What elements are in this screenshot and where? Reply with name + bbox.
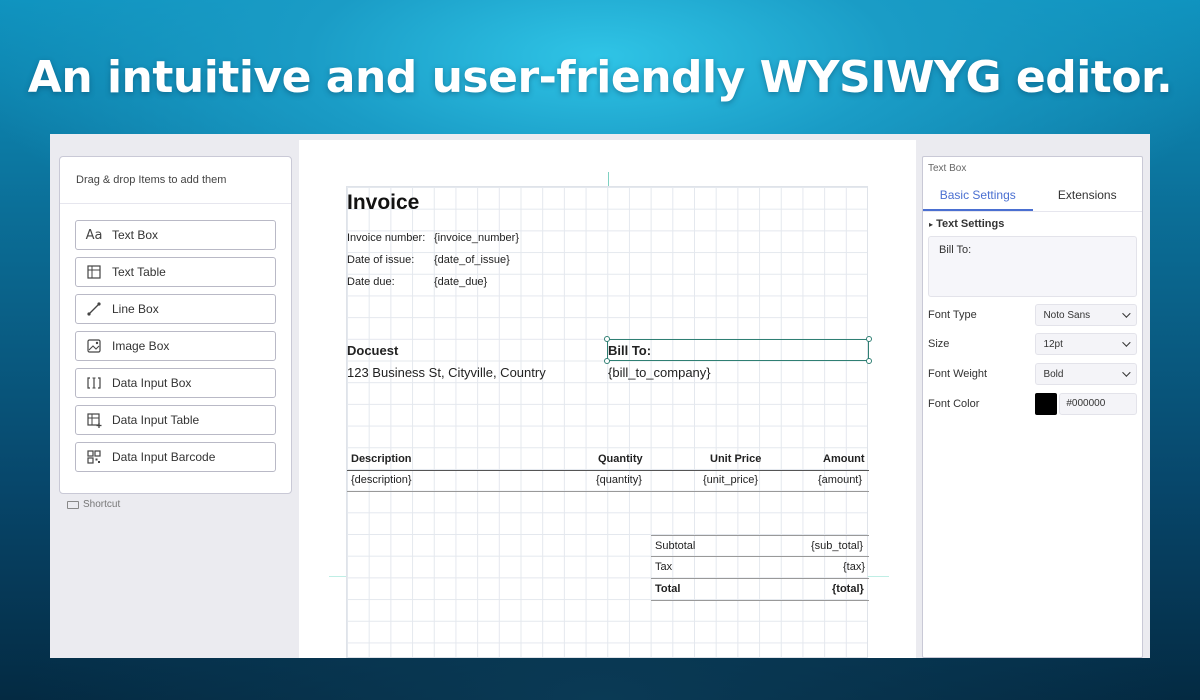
- tool-image-box[interactable]: Image Box: [75, 331, 276, 361]
- tool-data-input-table[interactable]: Data Input Table: [75, 405, 276, 435]
- shortcut-label: Shortcut: [83, 499, 121, 510]
- invoice-title[interactable]: Invoice: [347, 191, 419, 215]
- tool-label: Image Box: [112, 339, 170, 353]
- tool-label: Data Input Barcode: [112, 450, 216, 464]
- table-divider: [347, 491, 869, 492]
- from-address[interactable]: 123 Business St, Cityville, Country: [347, 365, 546, 380]
- text-content-input[interactable]: Bill To:: [928, 236, 1137, 297]
- data-input-icon: [76, 376, 112, 390]
- font-weight-row: Font Weight Bold: [928, 363, 1137, 385]
- totals-label: Tax: [655, 561, 673, 573]
- caret-right-icon: ▸: [929, 220, 934, 229]
- totals-value: {tax}: [843, 561, 866, 573]
- table-cell: {unit_price}: [703, 474, 759, 486]
- table-header: Unit Price: [710, 453, 762, 465]
- font-type-select[interactable]: Noto Sans: [1035, 304, 1137, 326]
- property-tabs: Basic Settings Extensions: [923, 179, 1142, 211]
- font-type-row: Font Type Noto Sans: [928, 304, 1137, 326]
- tool-label: Data Input Table: [112, 413, 200, 427]
- tool-label: Data Input Box: [112, 376, 192, 390]
- totals-label: Subtotal: [655, 540, 696, 552]
- tool-text-table[interactable]: Text Table: [75, 257, 276, 287]
- resize-handle[interactable]: [604, 358, 610, 364]
- chevron-down-icon: [1122, 368, 1131, 377]
- data-table-icon: [76, 412, 112, 428]
- bill-to-company[interactable]: {bill_to_company}: [608, 365, 711, 380]
- totals-label: Total: [655, 583, 681, 595]
- selected-text-box[interactable]: Bill To:: [604, 336, 872, 364]
- meta-label[interactable]: Date due:: [347, 276, 395, 288]
- font-weight-select[interactable]: Bold: [1035, 363, 1137, 385]
- tool-text-box[interactable]: Aa Text Box: [75, 220, 276, 250]
- size-label: Size: [928, 338, 950, 350]
- size-value: 12pt: [1043, 338, 1063, 350]
- totals-divider: [651, 556, 869, 557]
- tool-label: Line Box: [112, 302, 159, 316]
- text-settings-section[interactable]: ▸ Text Settings: [923, 211, 1142, 235]
- line-icon: [76, 302, 112, 316]
- chevron-down-icon: [1122, 338, 1131, 347]
- editor-window: Drag & drop Items to add them Aa Text Bo…: [50, 134, 1150, 658]
- item-palette: Drag & drop Items to add them Aa Text Bo…: [59, 156, 292, 494]
- table-cell: {description}: [351, 474, 412, 486]
- tool-label: Text Table: [112, 265, 166, 279]
- table-header: Description: [351, 453, 412, 465]
- meta-value[interactable]: {date_due}: [434, 276, 487, 288]
- meta-value[interactable]: {date_of_issue}: [434, 254, 510, 266]
- totals-divider: [651, 535, 869, 536]
- panel-title: Text Box: [928, 163, 967, 174]
- tool-data-input-box[interactable]: Data Input Box: [75, 368, 276, 398]
- table-cell: {quantity}: [596, 474, 642, 486]
- from-name[interactable]: Docuest: [347, 343, 398, 358]
- size-row: Size 12pt: [928, 333, 1137, 355]
- meta-label[interactable]: Invoice number:: [347, 232, 425, 244]
- design-canvas[interactable]: Invoice Invoice number: {invoice_number}…: [299, 140, 916, 658]
- image-icon: [76, 339, 112, 353]
- table-divider: [347, 470, 869, 471]
- tab-extensions[interactable]: Extensions: [1033, 179, 1143, 211]
- table-cell: {amount}: [818, 474, 863, 486]
- headline: An intuitive and user-friendly WYSIWYG e…: [27, 52, 1173, 103]
- size-select[interactable]: 12pt: [1035, 333, 1137, 355]
- keyboard-icon: [67, 500, 79, 509]
- table-icon: [76, 265, 112, 279]
- table-header: Quantity: [598, 453, 643, 465]
- tab-basic-settings[interactable]: Basic Settings: [923, 179, 1033, 211]
- tool-label: Text Box: [112, 228, 159, 242]
- barcode-icon: [76, 450, 112, 464]
- font-weight-label: Font Weight: [928, 368, 988, 380]
- chevron-down-icon: [1122, 309, 1131, 318]
- tool-data-input-barcode[interactable]: Data Input Barcode: [75, 442, 276, 472]
- totals-divider: [651, 600, 869, 601]
- totals-value: {sub_total}: [811, 540, 863, 552]
- properties-panel: Text Box Basic Settings Extensions ▸ Tex…: [922, 156, 1143, 658]
- font-color-row: Font Color #000000: [928, 393, 1137, 415]
- table-header: Amount: [823, 453, 865, 465]
- meta-label[interactable]: Date of issue:: [347, 254, 414, 266]
- resize-handle[interactable]: [604, 336, 610, 342]
- font-color-label: Font Color: [928, 398, 980, 410]
- totals-value: {total}: [832, 583, 864, 595]
- section-label: Text Settings: [936, 218, 1005, 230]
- alignment-guide: [608, 172, 609, 186]
- resize-handle[interactable]: [866, 358, 872, 364]
- font-weight-value: Bold: [1043, 368, 1064, 380]
- text-box-icon: Aa: [85, 227, 103, 243]
- bill-to-label: Bill To:: [608, 343, 652, 358]
- tool-line-box[interactable]: Line Box: [75, 294, 276, 324]
- invoice-page[interactable]: Invoice Invoice number: {invoice_number}…: [346, 186, 872, 658]
- color-swatch[interactable]: [1035, 393, 1058, 415]
- totals-divider: [651, 578, 869, 579]
- meta-value[interactable]: {invoice_number}: [434, 232, 519, 244]
- palette-hint: Drag & drop Items to add them: [60, 157, 291, 204]
- font-type-label: Font Type: [928, 309, 977, 321]
- resize-handle[interactable]: [866, 336, 872, 342]
- font-type-value: Noto Sans: [1043, 309, 1091, 321]
- font-color-input[interactable]: #000000: [1059, 393, 1137, 415]
- shortcut-button[interactable]: Shortcut: [67, 499, 120, 510]
